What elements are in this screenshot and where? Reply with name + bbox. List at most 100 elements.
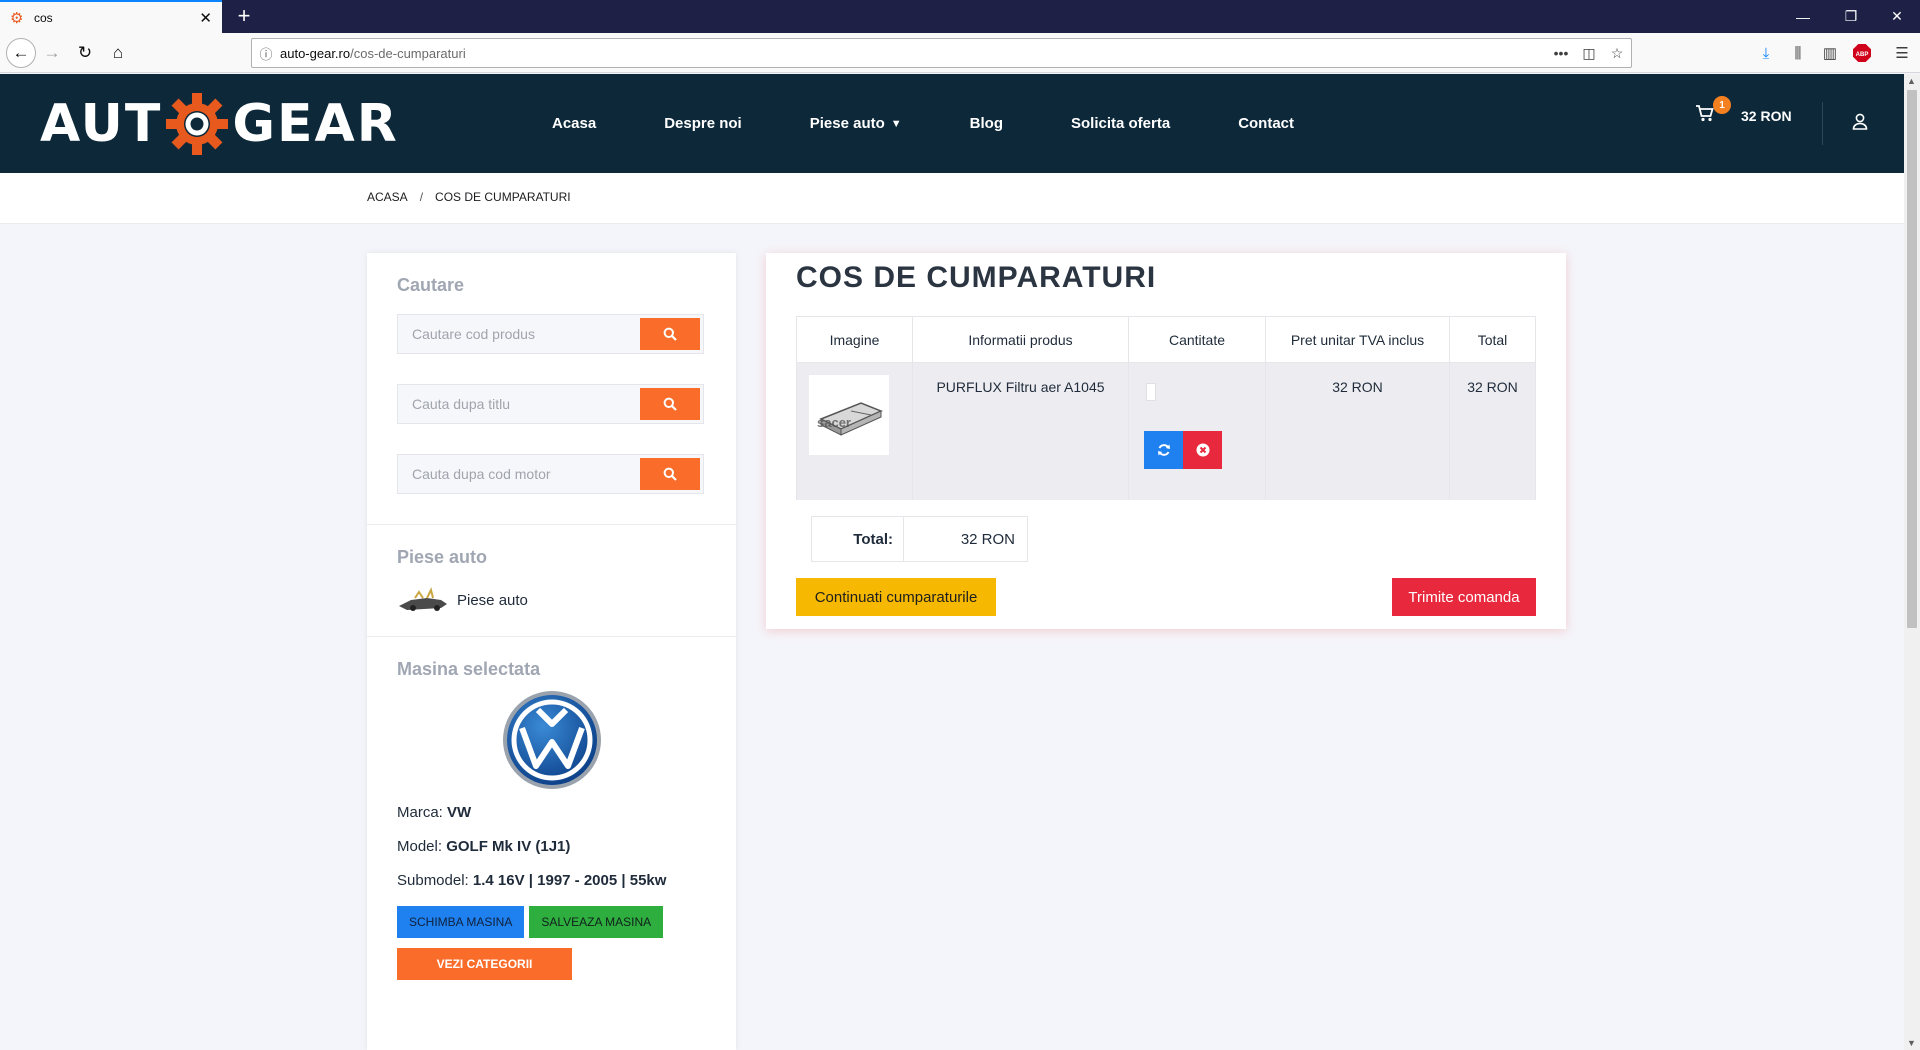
menu-hamburger-icon[interactable]: ☰ bbox=[1888, 39, 1916, 67]
search-engine-row bbox=[397, 454, 704, 494]
search-code-input[interactable] bbox=[398, 315, 637, 353]
page-actions-icon[interactable]: ••• bbox=[1547, 45, 1575, 61]
main-navigation: Acasa Despre noi Piese auto ▼ Blog Solici… bbox=[552, 74, 1362, 173]
update-quantity-button[interactable] bbox=[1144, 431, 1183, 469]
search-engine-code-input[interactable] bbox=[398, 455, 637, 493]
cart-item-quantity-cell bbox=[1128, 362, 1266, 500]
window-close-icon[interactable]: ✕ bbox=[1874, 0, 1920, 33]
site-logo[interactable]: AUT GEAR bbox=[40, 85, 399, 163]
sidebar-toggle-icon[interactable]: ▥ bbox=[1816, 39, 1844, 67]
column-header-product-info: Informatii produs bbox=[912, 316, 1129, 363]
browser-tab-active[interactable]: ⚙ cos ✕ bbox=[0, 0, 222, 33]
cart-total-label: Total: bbox=[812, 517, 904, 561]
submit-order-button[interactable]: Trimite comanda bbox=[1392, 578, 1536, 616]
chevron-down-icon: ▼ bbox=[890, 117, 902, 130]
vw-brand-logo bbox=[502, 691, 601, 789]
library-icon[interactable]: ⫼ bbox=[1784, 39, 1812, 67]
selected-car-block: Masina selectata Marca: VW Model: GOLF M… bbox=[367, 637, 736, 1002]
cart-table-header: Imagine Informatii produs Cantitate Pret… bbox=[796, 316, 1536, 363]
pocket-icon[interactable]: ◫ bbox=[1575, 45, 1603, 62]
quantity-input[interactable] bbox=[1146, 383, 1156, 401]
selected-car-title: Masina selectata bbox=[397, 659, 541, 679]
bookmark-star-icon[interactable]: ☆ bbox=[1603, 45, 1631, 62]
change-car-button[interactable]: SCHIMBA MASINA bbox=[397, 906, 525, 938]
window-restore-icon[interactable]: ❐ bbox=[1828, 0, 1874, 33]
search-block: Cautare bbox=[367, 253, 736, 525]
new-tab-plus-icon[interactable]: + bbox=[230, 3, 258, 29]
save-car-button[interactable]: SALVEAZA MASINA bbox=[529, 906, 664, 938]
car-buttons: SCHIMBA MASINA SALVEAZA MASINA bbox=[397, 906, 706, 938]
search-code-button[interactable] bbox=[640, 318, 700, 350]
parts-category-link[interactable]: Piese auto bbox=[397, 586, 706, 614]
cart-total-value: 32 RON bbox=[960, 530, 1015, 548]
product-thumbnail[interactable]: sacer bbox=[809, 375, 889, 455]
nav-blog[interactable]: Blog bbox=[970, 115, 1003, 132]
nav-acasa[interactable]: Acasa bbox=[552, 115, 596, 132]
user-account-icon[interactable] bbox=[1850, 112, 1870, 132]
home-icon[interactable]: ⌂ bbox=[104, 39, 132, 67]
search-icon bbox=[663, 327, 677, 341]
car-brand: Marca: VW bbox=[397, 804, 472, 821]
column-header-image: Imagine bbox=[796, 316, 913, 363]
shopping-cart-icon: 1 bbox=[1695, 96, 1731, 127]
nav-contact[interactable]: Contact bbox=[1238, 115, 1294, 132]
header-cart[interactable]: 1 32 RON bbox=[1695, 96, 1792, 127]
logo-gear-icon bbox=[166, 93, 229, 155]
window-minimize-icon[interactable]: — bbox=[1780, 0, 1826, 33]
view-categories-button[interactable]: VEZI CATEGORII bbox=[397, 948, 572, 980]
url-text: auto-gear.ro/cos-de-cumparaturi bbox=[280, 45, 466, 61]
air-filter-product-image: sacer bbox=[817, 402, 883, 436]
parts-category-label: Piese auto bbox=[457, 591, 528, 609]
sidebar: Cautare Piese auto bbox=[367, 253, 736, 1050]
svg-text:ABP: ABP bbox=[1856, 52, 1869, 58]
search-icon bbox=[663, 467, 677, 481]
tab-close-icon[interactable]: ✕ bbox=[199, 9, 212, 27]
page-scrollbar[interactable]: ▲ ▼ bbox=[1904, 74, 1920, 1050]
search-block-title: Cautare bbox=[397, 275, 465, 295]
browser-tab-bar: ⚙ cos ✕ + — ❐ ✕ bbox=[0, 0, 1920, 33]
search-title-input[interactable] bbox=[398, 385, 637, 423]
cart-table: Imagine Informatii produs Cantitate Pret… bbox=[796, 316, 1536, 500]
search-title-row bbox=[397, 384, 704, 424]
cart-total-box: Total: 32 RON bbox=[811, 516, 1028, 562]
forward-arrow-icon[interactable]: → bbox=[38, 39, 66, 67]
reload-icon[interactable]: ↻ bbox=[71, 39, 99, 67]
refresh-icon bbox=[1157, 444, 1170, 456]
site-favicon-gear-icon: ⚙ bbox=[10, 9, 24, 27]
cart-item-name: PURFLUX Filtru aer A1045 bbox=[912, 362, 1129, 500]
adblock-icon[interactable]: ABP bbox=[1848, 39, 1876, 67]
search-icon bbox=[663, 397, 677, 411]
car-model: Model: GOLF Mk IV (1J1) bbox=[397, 838, 571, 855]
downloads-icon[interactable]: ⤓ bbox=[1752, 39, 1780, 67]
search-code-row bbox=[397, 314, 704, 354]
breadcrumb: ACASA / COS DE CUMPARATURI bbox=[367, 190, 571, 204]
site-info-icon[interactable]: ⓘ bbox=[252, 44, 280, 63]
breadcrumb-home-link[interactable]: ACASA bbox=[367, 190, 408, 204]
quantity-actions bbox=[1144, 431, 1265, 469]
nav-piese-auto[interactable]: Piese auto ▼ bbox=[810, 115, 902, 132]
search-engine-code-button[interactable] bbox=[640, 458, 700, 490]
tab-title: cos bbox=[34, 10, 53, 25]
car-submodel: Submodel: 1.4 16V | 1997 - 2005 | 55kw bbox=[397, 872, 667, 889]
scroll-down-arrow-icon[interactable]: ▼ bbox=[1907, 1038, 1916, 1048]
scroll-up-arrow-icon[interactable]: ▲ bbox=[1907, 76, 1916, 86]
url-bar[interactable]: ⓘ auto-gear.ro/cos-de-cumparaturi ••• ◫ … bbox=[251, 38, 1632, 68]
column-header-total: Total bbox=[1449, 316, 1536, 363]
svg-text:sacer: sacer bbox=[817, 415, 851, 430]
cart-item-image-cell: sacer bbox=[796, 362, 913, 500]
remove-item-button[interactable] bbox=[1183, 431, 1222, 469]
car-parts-thumbnail bbox=[399, 587, 447, 611]
header-divider bbox=[1822, 102, 1823, 145]
breadcrumb-separator: / bbox=[419, 190, 424, 204]
cart-item-total: 32 RON bbox=[1449, 362, 1536, 500]
breadcrumb-bar: ACASA / COS DE CUMPARATURI bbox=[0, 173, 1904, 224]
back-arrow-icon[interactable]: ← bbox=[6, 38, 36, 68]
cart-item-row: sacer PURFLUX Filtru aer A1045 32 RON 32… bbox=[796, 362, 1536, 500]
scrollbar-thumb[interactable] bbox=[1907, 90, 1917, 628]
search-title-button[interactable] bbox=[640, 388, 700, 420]
cart-page-title: COS DE CUMPARATURI bbox=[796, 261, 1157, 294]
remove-circle-x-icon bbox=[1196, 443, 1209, 457]
continue-shopping-button[interactable]: Continuati cumparaturile bbox=[796, 578, 996, 616]
nav-solicita-oferta[interactable]: Solicita oferta bbox=[1071, 115, 1170, 132]
nav-despre-noi[interactable]: Despre noi bbox=[664, 115, 742, 132]
